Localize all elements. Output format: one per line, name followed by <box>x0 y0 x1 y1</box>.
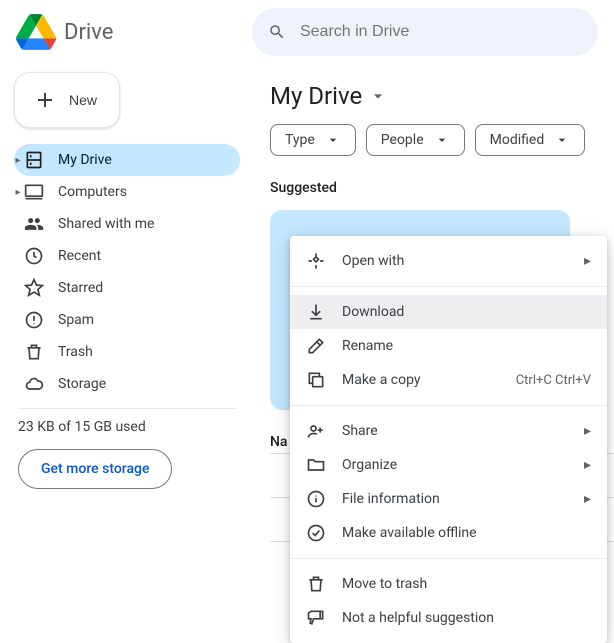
my-drive-icon <box>24 150 44 170</box>
star-icon <box>24 278 44 298</box>
sidebar-item-label: Starred <box>58 280 103 296</box>
chevron-right-icon: ▸ <box>12 187 24 198</box>
context-menu: Open with ▸ Download Rename Make a copy … <box>290 236 607 643</box>
chip-label: Modified <box>490 132 545 148</box>
trash-icon <box>306 574 326 594</box>
recent-icon <box>24 246 44 266</box>
sidebar-item-starred[interactable]: Starred <box>14 272 240 304</box>
copy-icon <box>306 370 326 390</box>
menu-make-copy[interactable]: Make a copy Ctrl+C Ctrl+V <box>290 363 607 397</box>
menu-separator <box>290 558 607 559</box>
storage-used-text: 23 KB of 15 GB used <box>14 419 240 449</box>
sidebar-item-label: Shared with me <box>58 216 154 232</box>
sidebar-item-label: Storage <box>58 376 106 392</box>
chevron-down-icon <box>554 132 570 148</box>
menu-label: Make available offline <box>342 525 591 541</box>
get-more-storage-button[interactable]: Get more storage <box>18 449 172 489</box>
menu-trash[interactable]: Move to trash <box>290 567 607 601</box>
menu-label: Open with <box>342 253 568 269</box>
plus-icon <box>33 88 57 112</box>
menu-download[interactable]: Download <box>290 295 607 329</box>
thumbs-down-icon <box>306 608 326 628</box>
chip-type[interactable]: Type <box>270 124 356 156</box>
spam-icon <box>24 310 44 330</box>
sidebar-item-label: Computers <box>58 184 127 200</box>
chevron-down-icon <box>434 132 450 148</box>
menu-label: Rename <box>342 338 591 354</box>
sidebar-item-label: Spam <box>58 312 94 328</box>
sidebar-item-recent[interactable]: Recent <box>14 240 240 272</box>
menu-open-with[interactable]: Open with ▸ <box>290 244 607 278</box>
product-name: Drive <box>64 20 113 45</box>
menu-offline[interactable]: Make available offline <box>290 516 607 550</box>
divider <box>18 408 236 409</box>
breadcrumb-my-drive[interactable]: My Drive <box>270 82 388 124</box>
sidebar-item-label: Trash <box>58 344 93 360</box>
menu-label: Download <box>342 304 591 320</box>
menu-label: Make a copy <box>342 372 500 388</box>
sidebar-item-spam[interactable]: Spam <box>14 304 240 336</box>
folder-icon <box>306 455 326 475</box>
submenu-arrow-icon: ▸ <box>584 253 591 269</box>
cloud-icon <box>24 374 44 394</box>
breadcrumb-label: My Drive <box>270 82 362 110</box>
computers-icon <box>24 182 44 202</box>
drive-logo-wrap[interactable]: Drive <box>16 12 252 52</box>
search-icon <box>268 22 286 42</box>
chevron-down-icon <box>325 132 341 148</box>
chip-label: People <box>381 132 424 148</box>
menu-organize[interactable]: Organize ▸ <box>290 448 607 482</box>
menu-separator <box>290 405 607 406</box>
chip-label: Type <box>285 132 315 148</box>
info-icon <box>306 489 326 509</box>
sidebar-item-computers[interactable]: ▸ Computers <box>14 176 240 208</box>
pencil-icon <box>306 336 326 356</box>
chevron-right-icon: ▸ <box>12 155 24 166</box>
menu-not-helpful[interactable]: Not a helpful suggestion <box>290 601 607 635</box>
menu-label: File information <box>342 491 568 507</box>
menu-label: Not a helpful suggestion <box>342 610 591 626</box>
sidebar-item-my-drive[interactable]: ▸ My Drive <box>14 144 240 176</box>
sidebar-item-label: Recent <box>58 248 101 264</box>
menu-separator <box>290 286 607 287</box>
sidebar-item-label: My Drive <box>58 152 112 168</box>
menu-label: Move to trash <box>342 576 591 592</box>
chevron-down-icon <box>368 86 388 106</box>
menu-file-info[interactable]: File information ▸ <box>290 482 607 516</box>
submenu-arrow-icon: ▸ <box>584 457 591 473</box>
open-with-icon <box>306 251 326 271</box>
offline-icon <box>306 523 326 543</box>
suggested-heading: Suggested <box>270 180 614 210</box>
search-input[interactable] <box>300 23 582 41</box>
download-icon <box>306 302 326 322</box>
new-button-label: New <box>69 92 97 108</box>
new-button[interactable]: New <box>14 72 120 128</box>
drive-logo-icon <box>16 12 56 52</box>
search-bar[interactable] <box>252 8 598 56</box>
sidebar-item-storage[interactable]: Storage <box>14 368 240 400</box>
menu-shortcut: Ctrl+C Ctrl+V <box>516 373 591 388</box>
menu-label: Share <box>342 423 568 439</box>
get-more-storage-label: Get more storage <box>41 461 149 477</box>
menu-label: Organize <box>342 457 568 473</box>
chip-people[interactable]: People <box>366 124 465 156</box>
menu-rename[interactable]: Rename <box>290 329 607 363</box>
menu-share[interactable]: Share ▸ <box>290 414 607 448</box>
submenu-arrow-icon: ▸ <box>584 423 591 439</box>
sidebar-item-shared[interactable]: Shared with me <box>14 208 240 240</box>
trash-icon <box>24 342 44 362</box>
submenu-arrow-icon: ▸ <box>584 491 591 507</box>
shared-icon <box>24 214 44 234</box>
chip-modified[interactable]: Modified <box>475 124 586 156</box>
sidebar-item-trash[interactable]: Trash <box>14 336 240 368</box>
share-icon <box>306 421 326 441</box>
